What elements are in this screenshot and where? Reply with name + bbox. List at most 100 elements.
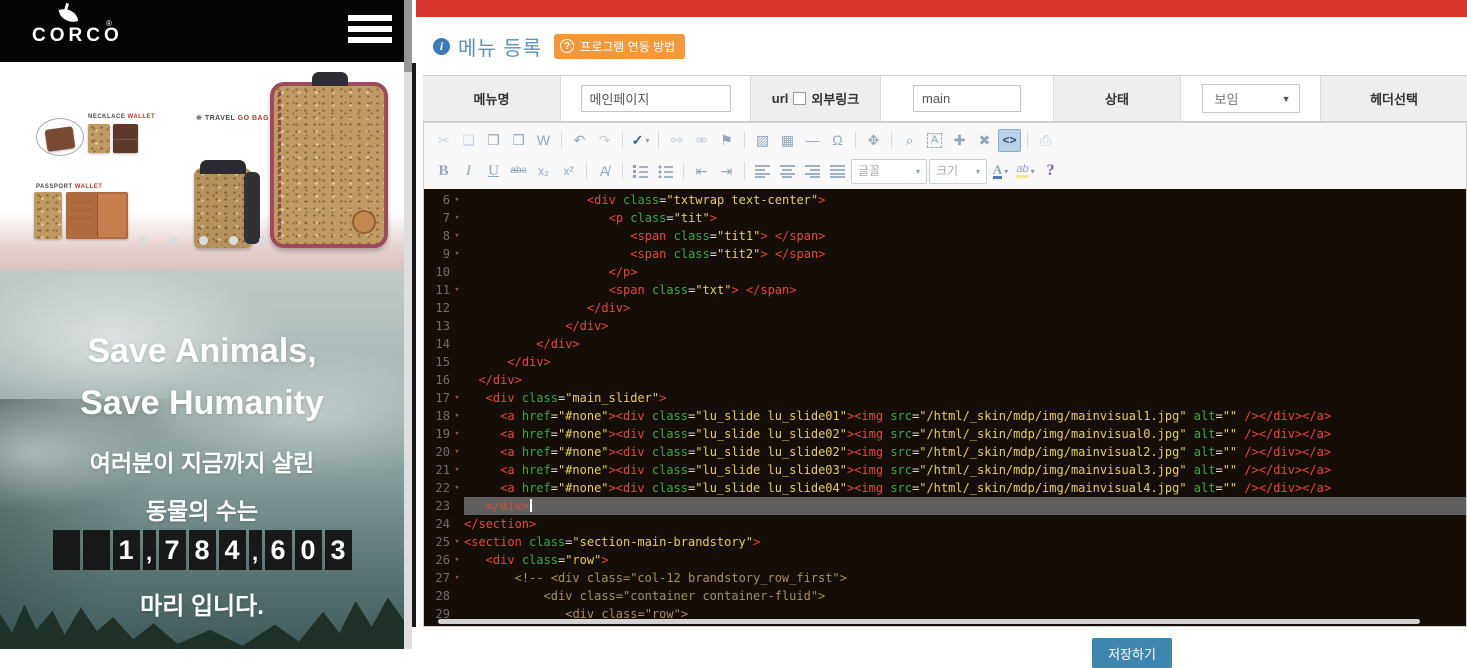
slider-dot[interactable] xyxy=(139,236,148,245)
paste-icon[interactable]: ❐ xyxy=(482,129,505,152)
hero-section: Save Animals, Save Humanity 여러분이 지금까지 살린… xyxy=(0,270,404,649)
remove-format-icon[interactable]: A̸ xyxy=(593,160,616,183)
fold-arrow-icon[interactable]: ▾ xyxy=(450,551,464,569)
slider-dot[interactable] xyxy=(229,236,238,245)
editor-toolbar-row-2: BIUabcx₂x² A̸ ⇤⇥ 글꼴▾크기▾A▾ab▾? xyxy=(424,154,1466,185)
counter-blank xyxy=(83,530,110,570)
align-left-icon[interactable] xyxy=(751,160,774,183)
print-icon[interactable]: ⎙ xyxy=(1034,129,1057,152)
select-all-icon[interactable]: A xyxy=(923,129,946,152)
font-combo[interactable]: 글꼴▾ xyxy=(851,159,927,184)
outdent-icon[interactable]: ⇤ xyxy=(690,160,713,183)
align-center-icon[interactable] xyxy=(776,160,799,183)
fold-arrow-icon[interactable]: ▾ xyxy=(450,569,464,587)
line-number: 22 xyxy=(424,479,450,497)
maximize-icon[interactable]: ✥ xyxy=(862,129,885,152)
line-number: 24 xyxy=(424,515,450,533)
underline-icon[interactable]: U xyxy=(482,160,505,183)
bold-icon[interactable]: B xyxy=(432,160,455,183)
fold-arrow-icon[interactable]: ▾ xyxy=(450,281,464,299)
header-select-label: 헤더선택 xyxy=(1370,89,1418,108)
line-number: 19 xyxy=(424,425,450,443)
toolbar-separator xyxy=(586,162,587,180)
horizontal-rule-icon[interactable]: ― xyxy=(801,129,824,152)
copy-icon[interactable]: ❏ xyxy=(457,129,480,152)
fold-arrow-icon[interactable]: ▾ xyxy=(450,479,464,497)
preview-scrollbar-thumb[interactable] xyxy=(404,0,412,72)
passport-wallet-label: PASSPORT WALLET xyxy=(36,184,102,190)
admin-panel: i 메뉴 등록 ? 프로그램 연동 방법 메뉴명 url 외부링크 상태 보임 … xyxy=(416,0,1467,649)
fold-arrow-icon[interactable]: ▾ xyxy=(450,425,464,443)
slider-dot[interactable] xyxy=(169,236,178,245)
source-icon[interactable]: <> xyxy=(998,129,1021,152)
fold-arrow-icon[interactable]: ▾ xyxy=(450,407,464,425)
fold-spacer xyxy=(450,497,464,515)
external-link-checkbox[interactable] xyxy=(793,92,806,105)
line-number: 20 xyxy=(424,443,450,461)
italic-icon[interactable]: I xyxy=(457,160,480,183)
fold-spacer xyxy=(450,353,464,371)
hamburger-menu-icon[interactable] xyxy=(348,15,392,47)
code-line: 19▾<a href="#none"><div class="lu_slide … xyxy=(424,425,1466,443)
site-header: CORCO ® xyxy=(0,0,404,62)
tag-remove-icon[interactable]: ✖ xyxy=(973,129,996,152)
line-number: 27 xyxy=(424,569,450,587)
paste-text-icon[interactable]: ❒ xyxy=(507,129,530,152)
code-line: 23</div> xyxy=(424,497,1466,515)
subscript-icon[interactable]: x₂ xyxy=(532,160,555,183)
fold-arrow-icon[interactable]: ▾ xyxy=(450,245,464,263)
slider-dot[interactable] xyxy=(199,236,208,245)
superscript-icon[interactable]: x² xyxy=(557,160,580,183)
image-icon[interactable]: ▨ xyxy=(751,129,774,152)
program-link-help-button[interactable]: ? 프로그램 연동 방법 xyxy=(554,34,685,59)
url-input[interactable] xyxy=(913,85,1021,112)
fold-arrow-icon[interactable]: ▾ xyxy=(450,227,464,245)
horizontal-scrollbar[interactable] xyxy=(438,619,1420,624)
link-icon[interactable]: ⚯ xyxy=(665,129,688,152)
undo-icon[interactable]: ↶ xyxy=(568,129,591,152)
indent-icon[interactable]: ⇥ xyxy=(715,160,738,183)
code-area[interactable]: 6▾<div class="txtwrap text-center">7▾<p … xyxy=(424,189,1466,626)
line-number: 25 xyxy=(424,533,450,551)
cut-icon[interactable]: ✂ xyxy=(432,129,455,152)
preview-scrollbar[interactable] xyxy=(404,0,412,649)
code-line: 13</div> xyxy=(424,317,1466,335)
product-slider[interactable]: NECKLACE WALLET PASSPORT WALLET ❋ TRAVEL… xyxy=(0,62,404,270)
save-button[interactable]: 저장하기 xyxy=(1092,638,1172,668)
necklace-wallet-image xyxy=(45,126,76,152)
table-icon[interactable]: ▦ xyxy=(776,129,799,152)
align-justify-icon[interactable] xyxy=(826,160,849,183)
numbered-list-icon[interactable] xyxy=(629,160,652,183)
menu-name-input[interactable] xyxy=(581,85,731,112)
bg-color-icon[interactable]: ab▾ xyxy=(1014,160,1037,183)
find-replace-icon[interactable]: ⌕ xyxy=(898,129,921,152)
strike-icon[interactable]: abc xyxy=(507,160,530,183)
special-char-icon[interactable]: Ω xyxy=(826,129,849,152)
paste-word-icon[interactable]: W xyxy=(532,129,555,152)
line-number: 13 xyxy=(424,317,450,335)
text-color-icon[interactable]: A▾ xyxy=(989,160,1012,183)
code-line: 21▾<a href="#none"><div class="lu_slide … xyxy=(424,461,1466,479)
unlink-icon[interactable]: ⚮ xyxy=(690,129,713,152)
menu-form-row: 메뉴명 url 외부링크 상태 보임 ▼ 헤더선택 xyxy=(423,75,1467,122)
fold-arrow-icon[interactable]: ▾ xyxy=(450,461,464,479)
fold-arrow-icon[interactable]: ▾ xyxy=(450,209,464,227)
size-combo[interactable]: 크기▾ xyxy=(929,159,987,184)
fold-arrow-icon[interactable]: ▾ xyxy=(450,191,464,209)
status-select[interactable]: 보임 ▼ xyxy=(1202,84,1300,113)
about-icon[interactable]: ? xyxy=(1039,160,1062,183)
tag-add-icon[interactable]: ✚ xyxy=(948,129,971,152)
align-right-icon[interactable] xyxy=(801,160,824,183)
bulleted-list-icon[interactable] xyxy=(654,160,677,183)
page-header: i 메뉴 등록 ? 프로그램 연동 방법 xyxy=(423,17,1467,75)
fold-arrow-icon[interactable]: ▾ xyxy=(450,389,464,407)
fold-arrow-icon[interactable]: ▾ xyxy=(450,533,464,551)
anchor-icon[interactable]: ⚑ xyxy=(715,129,738,152)
hero-subtitle-1: 여러분이 지금까지 살린 xyxy=(0,444,404,478)
slider-dot[interactable] xyxy=(259,236,268,245)
spellcheck-icon[interactable]: ✓▾ xyxy=(629,129,652,152)
redo-icon[interactable]: ↷ xyxy=(593,129,616,152)
travel-go-bag-label: ❋ TRAVEL GO BAG xyxy=(196,114,269,122)
fold-arrow-icon[interactable]: ▾ xyxy=(450,443,464,461)
line-number: 15 xyxy=(424,353,450,371)
